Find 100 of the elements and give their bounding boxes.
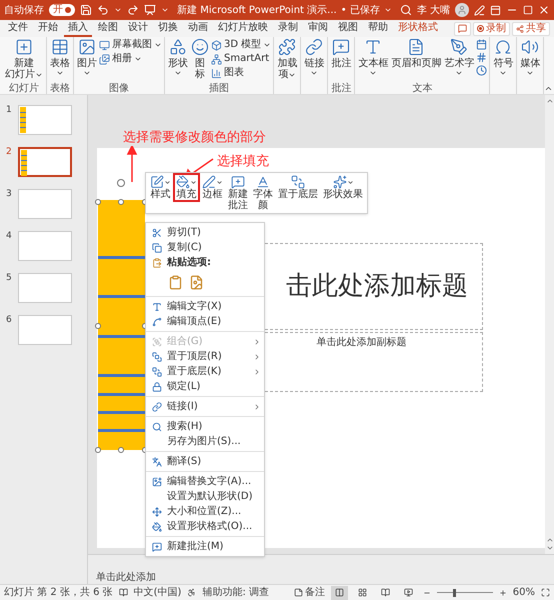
presentation-icon[interactable]	[144, 4, 156, 16]
language-label[interactable]: 中文(中国)	[134, 585, 182, 600]
zoom-slider[interactable]	[436, 588, 493, 596]
search-icon[interactable]	[400, 4, 412, 16]
zoom-in-icon[interactable]	[498, 588, 507, 596]
menu-item[interactable]: 锁定(L)	[146, 379, 264, 394]
save-icon[interactable]	[80, 4, 92, 16]
ribbon-tab[interactable]: 切换	[154, 20, 182, 37]
toolbar-button[interactable]: 新建 批注	[227, 175, 249, 211]
toolbar-button[interactable]: 边框	[201, 175, 224, 200]
ribbon-button[interactable]: 新建 幻灯片	[4, 37, 44, 80]
accessibility-label[interactable]: 辅助功能: 调查	[202, 585, 269, 600]
ribbon-button[interactable]: 文本框	[357, 37, 390, 77]
ribbon-button[interactable]: 符号	[492, 37, 514, 77]
menu-item[interactable]: 编辑文字(X)	[146, 299, 264, 314]
record-button[interactable]: 录制	[473, 22, 510, 36]
accessibility-icon[interactable]	[187, 588, 196, 597]
share-button[interactable]: 共享	[512, 22, 550, 36]
fit-to-window-icon[interactable]	[541, 588, 550, 597]
menu-item[interactable]: 编辑顶点(E)	[146, 314, 264, 329]
slide-thumbnail[interactable]	[18, 315, 72, 345]
table-icon	[51, 38, 69, 56]
close-icon[interactable]	[538, 4, 550, 16]
ribbon-tab[interactable]: 文件	[4, 20, 32, 37]
zoom-percent[interactable]: 60%	[512, 585, 535, 600]
hash-icon[interactable]	[476, 52, 488, 63]
spelling-icon[interactable]	[118, 588, 128, 597]
next-slide-icon[interactable]	[546, 544, 554, 552]
notes-button[interactable]: 备注	[294, 585, 325, 600]
ribbon-button[interactable]: 图片	[76, 37, 98, 77]
caret-icon[interactable]	[114, 6, 122, 14]
ribbon-button[interactable]: 图表	[211, 67, 272, 79]
calendar-icon[interactable]	[476, 39, 488, 50]
ribbon-tab[interactable]: 帮助	[364, 20, 392, 37]
vertical-scrollbar[interactable]	[545, 95, 554, 554]
toolbar-button[interactable]: 形状效果	[322, 175, 364, 200]
ribbon-tab[interactable]: 开始	[34, 20, 62, 37]
menu-item[interactable]: 设置为默认形状(D)	[146, 489, 264, 504]
toolbar-button[interactable]: 填充	[175, 175, 198, 200]
menu-item[interactable]: 复制(C)	[146, 240, 264, 255]
menu-item[interactable]: 翻译(S)	[146, 454, 264, 469]
menu-item[interactable]: 置于底层(K)	[146, 364, 264, 379]
pen-icon[interactable]	[474, 4, 485, 16]
menu-item[interactable]: 置于顶层(R)	[146, 349, 264, 364]
ribbon-button[interactable]: 批注	[330, 37, 352, 69]
ribbon-button[interactable]: 加载 项	[276, 37, 298, 80]
scroll-up-icon[interactable]	[546, 97, 554, 105]
ribbon-tab[interactable]: 视图	[334, 20, 362, 37]
ribbon-button[interactable]: 形状	[167, 37, 189, 77]
ribbon-tab[interactable]: 录制	[274, 20, 302, 37]
menu-item[interactable]: 新建批注(M)	[146, 539, 264, 554]
slide-thumbnail[interactable]	[18, 231, 72, 261]
slide-thumbnail[interactable]	[18, 105, 72, 135]
caret-icon[interactable]	[384, 6, 392, 14]
ribbon-tab[interactable]: 形状格式	[394, 20, 442, 37]
customize-caret-icon[interactable]	[161, 6, 169, 14]
collapse-ribbon-icon[interactable]	[544, 84, 554, 93]
ribbon-button[interactable]: 图 标	[190, 37, 210, 80]
ribbon-tab[interactable]: 设计	[124, 20, 152, 37]
paste-picture-icon[interactable]	[189, 274, 204, 290]
ribbon-button[interactable]: 媒体	[519, 37, 542, 77]
previous-slide-icon[interactable]	[546, 536, 554, 544]
ribbon-button[interactable]: 3D 模型	[211, 39, 272, 51]
menu-item[interactable]: 大小和位置(Z)...	[146, 504, 264, 519]
slide-thumbnail[interactable]	[18, 147, 72, 177]
shape-drawing[interactable]	[98, 200, 145, 450]
menu-item[interactable]: 设置形状格式(O)...	[146, 519, 264, 534]
redo-icon[interactable]	[127, 4, 139, 16]
toolbar-button[interactable]: 字体 颜	[252, 175, 274, 211]
menu-item[interactable]: 编辑替换文字(A)...	[146, 474, 264, 489]
undo-icon[interactable]	[97, 4, 109, 16]
menu-item[interactable]: 搜索(H)	[146, 419, 264, 434]
avatar[interactable]	[455, 3, 469, 17]
toolbar-button[interactable]: 样式	[149, 175, 172, 200]
ribbon-display-icon[interactable]	[490, 4, 501, 16]
slide-thumbnail[interactable]	[18, 189, 72, 219]
view-button[interactable]	[330, 586, 348, 600]
ribbon-tab[interactable]: 审阅	[304, 20, 332, 37]
ribbon-tab[interactable]: 动画	[184, 20, 212, 37]
autosave-toggle[interactable]: 开	[49, 4, 75, 16]
maximize-icon[interactable]	[523, 5, 533, 15]
ribbon-button[interactable]: 相册	[99, 53, 162, 65]
menu-item[interactable]: 链接(I)	[146, 399, 264, 414]
notes-placeholder[interactable]: 单击此处添加	[96, 572, 156, 583]
comments-button[interactable]	[454, 22, 471, 36]
ribbon-button[interactable]: 页眉和页脚	[390, 37, 442, 69]
ribbon-button[interactable]: 表格	[49, 37, 71, 77]
clock-icon[interactable]	[476, 65, 488, 76]
zoom-slider-thumb[interactable]	[452, 588, 456, 596]
ribbon-button[interactable]: SmartArt	[211, 53, 272, 65]
toolbar-button[interactable]: 置于底层	[277, 175, 319, 200]
ribbon-button[interactable]: 链接	[303, 37, 326, 77]
ribbon-tab[interactable]: 幻灯片放映	[214, 20, 272, 37]
slide-thumbnail[interactable]	[18, 273, 72, 303]
menu-item[interactable]: 剪切(T)	[146, 225, 264, 240]
ribbon-tab[interactable]: 绘图	[94, 20, 122, 37]
paste-option-icon[interactable]	[168, 274, 183, 290]
ribbon-button[interactable]: 艺术字	[443, 37, 476, 77]
menu-item[interactable]: 另存为图片(S)...	[146, 434, 264, 449]
ribbon-button[interactable]: 屏幕截图	[99, 39, 162, 51]
